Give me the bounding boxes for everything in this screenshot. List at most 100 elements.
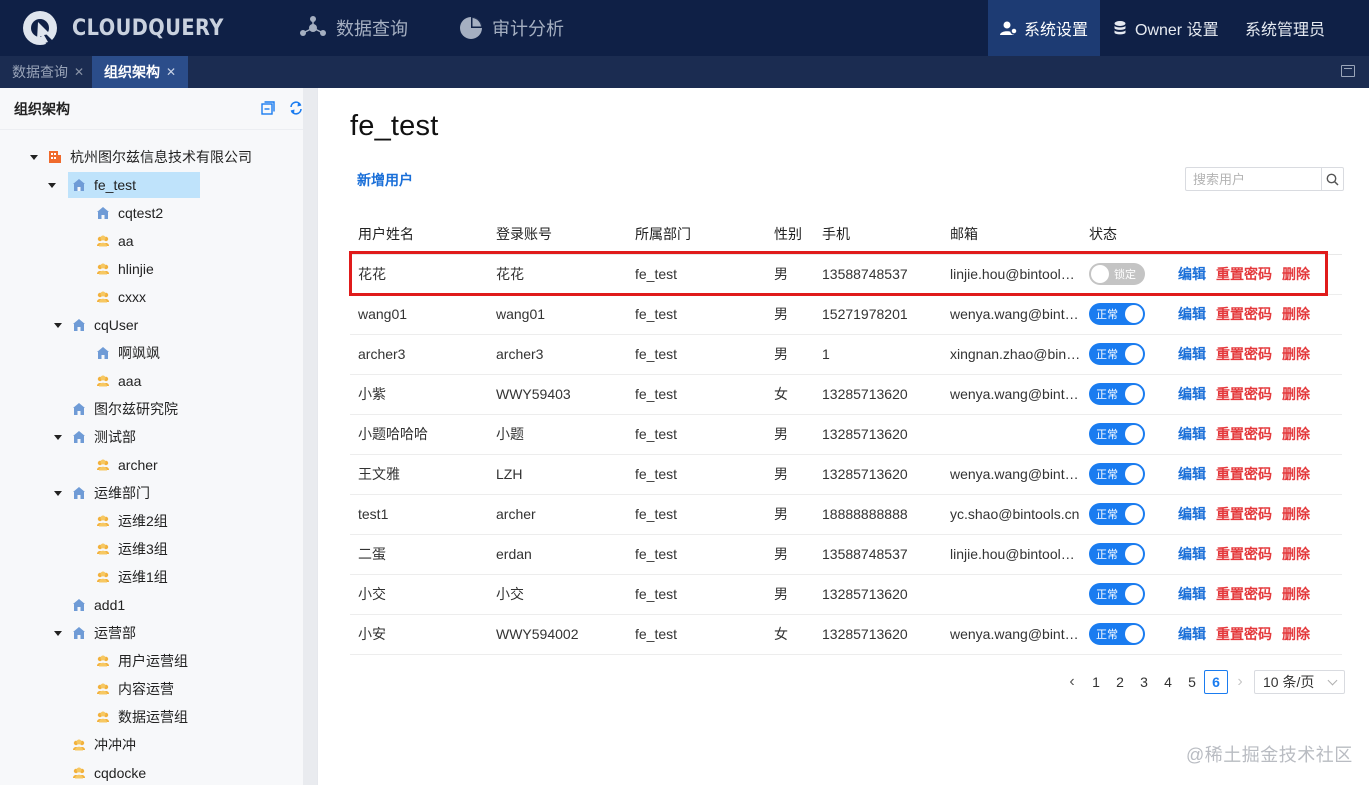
tree-node[interactable]: 运营部 [54, 620, 136, 646]
delete-button[interactable]: 删除 [1282, 426, 1310, 442]
edit-button[interactable]: 编辑 [1178, 346, 1206, 362]
pager-page-button[interactable]: 1 [1084, 670, 1108, 694]
sidebar-scrollbar[interactable] [303, 88, 317, 785]
tree-node[interactable]: 啊飒飒 [96, 340, 160, 366]
tree-node[interactable]: cqdocke [72, 760, 146, 785]
tab-data-query[interactable]: 数据查询 ✕ [0, 56, 96, 88]
close-icon[interactable]: ✕ [166, 65, 176, 79]
reset-password-button[interactable]: 重置密码 [1216, 346, 1272, 362]
pager-page-button[interactable]: 4 [1156, 670, 1180, 694]
search-button[interactable] [1321, 168, 1343, 190]
reset-password-button[interactable]: 重置密码 [1216, 466, 1272, 482]
caret-down-icon[interactable] [54, 323, 62, 329]
delete-button[interactable]: 删除 [1282, 546, 1310, 562]
status-toggle[interactable]: 正常 [1089, 583, 1145, 605]
caret-down-icon[interactable] [30, 155, 38, 161]
reset-password-button[interactable]: 重置密码 [1216, 266, 1272, 282]
nav-owner-settings[interactable]: Owner 设置 [1113, 0, 1219, 56]
status-toggle[interactable]: 正常 [1089, 623, 1145, 645]
reset-password-button[interactable]: 重置密码 [1216, 506, 1272, 522]
caret-down-icon[interactable] [54, 631, 62, 637]
cell-user-name: 小题哈哈哈 [350, 414, 488, 455]
nav-audit-analysis[interactable]: 审计分析 [458, 0, 564, 56]
tree-node[interactable]: add1 [72, 592, 125, 618]
reset-password-button[interactable]: 重置密码 [1216, 586, 1272, 602]
edit-button[interactable]: 编辑 [1178, 466, 1206, 482]
tree-node[interactable]: 图尔兹研究院 [72, 396, 178, 422]
tree-node[interactable]: 数据运营组 [96, 704, 188, 730]
status-toggle[interactable]: 正常 [1089, 343, 1145, 365]
tree-node[interactable]: aa [96, 228, 134, 254]
edit-button[interactable]: 编辑 [1178, 586, 1206, 602]
close-icon[interactable]: ✕ [74, 65, 84, 79]
tree-node[interactable]: cqUser [54, 312, 138, 338]
edit-button[interactable]: 编辑 [1178, 626, 1206, 642]
tree-node[interactable]: cqtest2 [96, 200, 163, 226]
refresh-icon[interactable] [289, 101, 303, 115]
reset-password-button[interactable]: 重置密码 [1216, 426, 1272, 442]
edit-button[interactable]: 编辑 [1178, 426, 1206, 442]
tree-node[interactable]: fe_test [48, 172, 201, 198]
app-logo[interactable]: CLOUDQUERY [20, 8, 244, 48]
pager-page-button[interactable]: 5 [1180, 670, 1204, 694]
tree-node[interactable]: 测试部 [54, 424, 136, 450]
edit-button[interactable]: 编辑 [1178, 546, 1206, 562]
nav-system-settings[interactable]: 系统设置 [988, 0, 1100, 56]
status-toggle[interactable]: 正常 [1089, 463, 1145, 485]
close-all-tabs-icon[interactable] [1341, 65, 1355, 77]
status-toggle[interactable]: 锁定 [1089, 263, 1145, 285]
tree-node[interactable]: 杭州图尔兹信息技术有限公司 [30, 144, 252, 170]
column-header: 手机 [814, 214, 942, 255]
nav-data-query[interactable]: 数据查询 [298, 0, 408, 56]
tree-node[interactable]: 运维部门 [54, 480, 150, 506]
search-input[interactable] [1186, 168, 1321, 190]
tree-node[interactable]: 运维2组 [96, 508, 168, 534]
cell-actions: 编辑 重置密码 删除 [1160, 614, 1342, 655]
delete-button[interactable]: 删除 [1282, 586, 1310, 602]
status-toggle[interactable]: 正常 [1089, 383, 1145, 405]
status-toggle[interactable]: 正常 [1089, 423, 1145, 445]
tree-node[interactable]: 用户运营组 [96, 648, 188, 674]
pager-page-button[interactable]: 3 [1132, 670, 1156, 694]
edit-button[interactable]: 编辑 [1178, 306, 1206, 322]
delete-button[interactable]: 删除 [1282, 506, 1310, 522]
add-user-button[interactable]: 新增用户 [357, 170, 413, 190]
caret-down-icon[interactable] [54, 491, 62, 497]
delete-button[interactable]: 删除 [1282, 306, 1310, 322]
collapse-all-icon[interactable] [261, 101, 275, 115]
tree-node[interactable]: hlinjie [96, 256, 154, 282]
delete-button[interactable]: 删除 [1282, 266, 1310, 282]
pager-page-button[interactable]: 2 [1108, 670, 1132, 694]
sidebar-toolbar [261, 101, 303, 115]
reset-password-button[interactable]: 重置密码 [1216, 306, 1272, 322]
delete-button[interactable]: 删除 [1282, 626, 1310, 642]
pager-page-button[interactable]: 6 [1204, 670, 1228, 694]
status-toggle[interactable]: 正常 [1089, 543, 1145, 565]
tree-node[interactable]: 冲冲冲 [72, 732, 136, 758]
pager-prev-button[interactable]: ‹ [1060, 670, 1084, 694]
caret-down-icon[interactable] [48, 183, 56, 189]
delete-button[interactable]: 删除 [1282, 466, 1310, 482]
tree-node[interactable]: aaa [96, 368, 141, 394]
reset-password-button[interactable]: 重置密码 [1216, 546, 1272, 562]
pager-next-button[interactable]: › [1228, 670, 1252, 694]
tree-node[interactable]: 运维1组 [96, 564, 168, 590]
tree-node[interactable]: 内容运营 [96, 676, 174, 702]
tab-org-structure[interactable]: 组织架构 ✕ [92, 56, 189, 88]
cell-login-account: 花花 [488, 254, 627, 295]
edit-button[interactable]: 编辑 [1178, 506, 1206, 522]
edit-button[interactable]: 编辑 [1178, 386, 1206, 402]
caret-down-icon[interactable] [54, 435, 62, 441]
reset-password-button[interactable]: 重置密码 [1216, 386, 1272, 402]
reset-password-button[interactable]: 重置密码 [1216, 626, 1272, 642]
tree-node[interactable]: archer [96, 452, 158, 478]
delete-button[interactable]: 删除 [1282, 346, 1310, 362]
tree-node[interactable]: 运维3组 [96, 536, 168, 562]
page-size-select[interactable]: 10 条/页 [1254, 670, 1345, 694]
delete-button[interactable]: 删除 [1282, 386, 1310, 402]
status-toggle[interactable]: 正常 [1089, 303, 1145, 325]
nav-system-admin[interactable]: 系统管理员 [1245, 0, 1325, 56]
status-toggle[interactable]: 正常 [1089, 503, 1145, 525]
tree-node[interactable]: cxxx [96, 284, 146, 310]
edit-button[interactable]: 编辑 [1178, 266, 1206, 282]
